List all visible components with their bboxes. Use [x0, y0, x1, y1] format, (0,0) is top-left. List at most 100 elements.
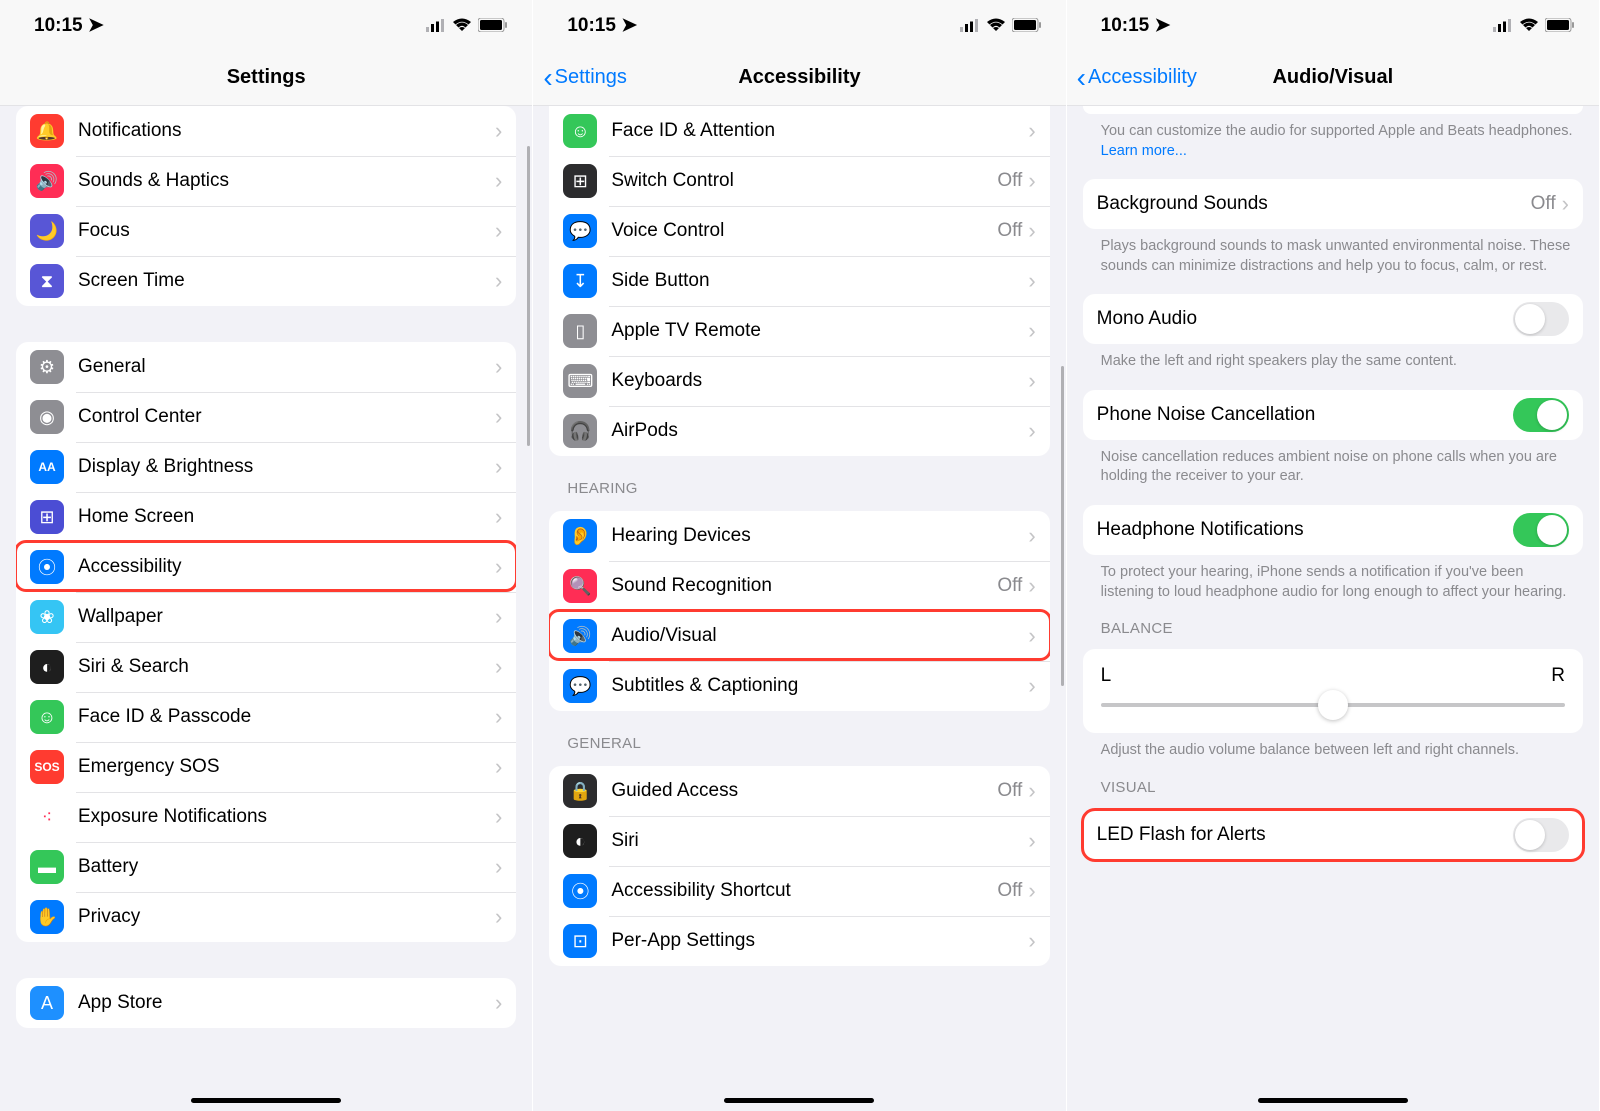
focus-icon: 🌙 — [30, 214, 64, 248]
chevron-right-icon: › — [1028, 218, 1035, 244]
label-airpods: AirPods — [611, 420, 1028, 442]
row-background-sounds[interactable]: Background Sounds Off › — [1083, 179, 1583, 229]
chevron-right-icon: › — [495, 354, 502, 380]
row-focus[interactable]: 🌙Focus› — [16, 206, 516, 256]
label-battery: Battery — [78, 856, 495, 878]
balance-slider-thumb[interactable] — [1318, 690, 1348, 720]
exposure-notifications-icon: ⁖ — [30, 800, 64, 834]
scroll-indicator[interactable] — [1061, 366, 1064, 686]
row-apple-tv-remote[interactable]: ▯Apple TV Remote› — [549, 306, 1049, 356]
nav-bar: ‹Accessibility Audio/Visual — [1067, 50, 1599, 106]
row-app-store[interactable]: AApp Store› — [16, 978, 516, 1028]
row-emergency-sos[interactable]: SOSEmergency SOS› — [16, 742, 516, 792]
toggle-mono-audio[interactable] — [1513, 302, 1569, 336]
row-accessibility[interactable]: ⦿Accessibility› — [16, 542, 516, 592]
location-icon: ➤ — [621, 15, 637, 36]
status-icons — [426, 18, 508, 32]
row-exposure-notifications[interactable]: ⁖Exposure Notifications› — [16, 792, 516, 842]
label-keyboards: Keyboards — [611, 370, 1028, 392]
row-battery[interactable]: ▬Battery› — [16, 842, 516, 892]
status-icons — [1493, 18, 1575, 32]
row-siri[interactable]: ◐Siri› — [549, 816, 1049, 866]
row-guided-access[interactable]: 🔒Guided AccessOff› — [549, 766, 1049, 816]
row-side-button[interactable]: ↧Side Button› — [549, 256, 1049, 306]
row-subtitles-captioning[interactable]: 💬Subtitles & Captioning› — [549, 661, 1049, 711]
home-indicator[interactable] — [1258, 1098, 1408, 1103]
learn-more-link[interactable]: Learn more... — [1101, 143, 1187, 159]
row-siri-search[interactable]: ◐Siri & Search› — [16, 642, 516, 692]
status-time: 10:15 ➤ — [567, 14, 637, 37]
row-mono-audio[interactable]: Mono Audio — [1083, 294, 1583, 344]
bg-sounds-footer: Plays background sounds to mask unwanted… — [1067, 229, 1599, 276]
chevron-right-icon: › — [1028, 623, 1035, 649]
scroll-indicator[interactable] — [527, 146, 530, 446]
row-audio-visual[interactable]: 🔊 Audio/Visual› — [549, 611, 1049, 661]
label-audio-visual: Audio/Visual — [611, 625, 1028, 647]
label-hearing-devices: Hearing Devices — [611, 525, 1028, 547]
privacy-icon: ✋ — [30, 900, 64, 934]
chevron-left-icon: ‹ — [1077, 64, 1086, 92]
value-accessibility-shortcut: Off — [997, 880, 1022, 902]
row-switch-control[interactable]: ⊞Switch ControlOff› — [549, 156, 1049, 206]
group-noise-cancellation: Phone Noise Cancellation — [1083, 390, 1583, 440]
row-airpods[interactable]: 🎧AirPods› — [549, 406, 1049, 456]
back-button[interactable]: ‹Accessibility — [1077, 64, 1197, 92]
row-hearing-devices[interactable]: 👂Hearing Devices› — [549, 511, 1049, 561]
label-switch-control: Switch Control — [611, 170, 997, 192]
mono-footer: Make the left and right speakers play th… — [1067, 344, 1599, 372]
row-display-brightness[interactable]: AADisplay & Brightness› — [16, 442, 516, 492]
wifi-icon — [452, 18, 472, 32]
app-store-icon: A — [30, 986, 64, 1020]
row-face-id-attention[interactable]: ☺Face ID & Attention› — [549, 106, 1049, 156]
back-button[interactable]: ‹Settings — [543, 64, 627, 92]
wifi-icon — [986, 18, 1006, 32]
row-keyboards[interactable]: ⌨Keyboards› — [549, 356, 1049, 406]
chevron-right-icon: › — [495, 704, 502, 730]
chevron-right-icon: › — [495, 118, 502, 144]
wallpaper-icon: ❀ — [30, 600, 64, 634]
battery-icon — [1545, 18, 1575, 32]
row-accessibility-shortcut[interactable]: ⦿Accessibility ShortcutOff› — [549, 866, 1049, 916]
row-sounds-haptics[interactable]: 🔊Sounds & Haptics› — [16, 156, 516, 206]
toggle-noise-cancellation[interactable] — [1513, 398, 1569, 432]
location-icon: ➤ — [88, 15, 104, 36]
group-headphone-notifications: Headphone Notifications — [1083, 505, 1583, 555]
balance-slider-group: L R — [1083, 649, 1583, 733]
chevron-right-icon: › — [495, 854, 502, 880]
row-noise-cancellation[interactable]: Phone Noise Cancellation — [1083, 390, 1583, 440]
audio-visual-icon: 🔊 — [563, 619, 597, 653]
balance-slider[interactable] — [1101, 703, 1565, 707]
home-indicator[interactable] — [724, 1098, 874, 1103]
row-screen-time[interactable]: ⧗Screen Time› — [16, 256, 516, 306]
label-sound-recognition: Sound Recognition — [611, 575, 997, 597]
row-wallpaper[interactable]: ❀Wallpaper› — [16, 592, 516, 642]
row-notifications[interactable]: 🔔Notifications› — [16, 106, 516, 156]
chevron-right-icon: › — [1028, 168, 1035, 194]
section-header-visual: VISUAL — [1067, 761, 1599, 802]
row-control-center[interactable]: ◉Control Center› — [16, 392, 516, 442]
headnotif-footer: To protect your hearing, iPhone sends a … — [1067, 555, 1599, 602]
row-privacy[interactable]: ✋Privacy› — [16, 892, 516, 942]
toggle-led-flash[interactable] — [1513, 818, 1569, 852]
label-siri-search: Siri & Search — [78, 656, 495, 678]
toggle-headphone-notifications[interactable] — [1513, 513, 1569, 547]
chevron-right-icon: › — [1028, 673, 1035, 699]
balance-footer: Adjust the audio volume balance between … — [1067, 733, 1599, 761]
row-home-screen[interactable]: ⊞Home Screen› — [16, 492, 516, 542]
wifi-icon — [1519, 18, 1539, 32]
row-face-id-passcode[interactable]: ☺Face ID & Passcode› — [16, 692, 516, 742]
scroll-area[interactable]: ☺Face ID & Attention›⊞Switch ControlOff›… — [533, 106, 1065, 1111]
scroll-area[interactable]: 🔔Notifications›🔊Sounds & Haptics›🌙Focus›… — [0, 106, 532, 1111]
row-sound-recognition[interactable]: 🔍Sound RecognitionOff› — [549, 561, 1049, 611]
battery-icon — [1012, 18, 1042, 32]
group-led-flash: LED Flash for Alerts — [1083, 810, 1583, 860]
home-indicator[interactable] — [191, 1098, 341, 1103]
row-led-flash[interactable]: LED Flash for Alerts — [1083, 810, 1583, 860]
phone-screen-audio-visual: 10:15 ➤ ‹Accessibility Audio/Visual You … — [1067, 0, 1600, 1111]
row-general[interactable]: ⚙General› — [16, 342, 516, 392]
scroll-area[interactable]: You can customize the audio for supporte… — [1067, 106, 1599, 1111]
row-headphone-notifications[interactable]: Headphone Notifications — [1083, 505, 1583, 555]
row-per-app-settings[interactable]: ⊡Per-App Settings› — [549, 916, 1049, 966]
row-voice-control[interactable]: 💬Voice ControlOff› — [549, 206, 1049, 256]
label-led-flash: LED Flash for Alerts — [1097, 824, 1513, 846]
